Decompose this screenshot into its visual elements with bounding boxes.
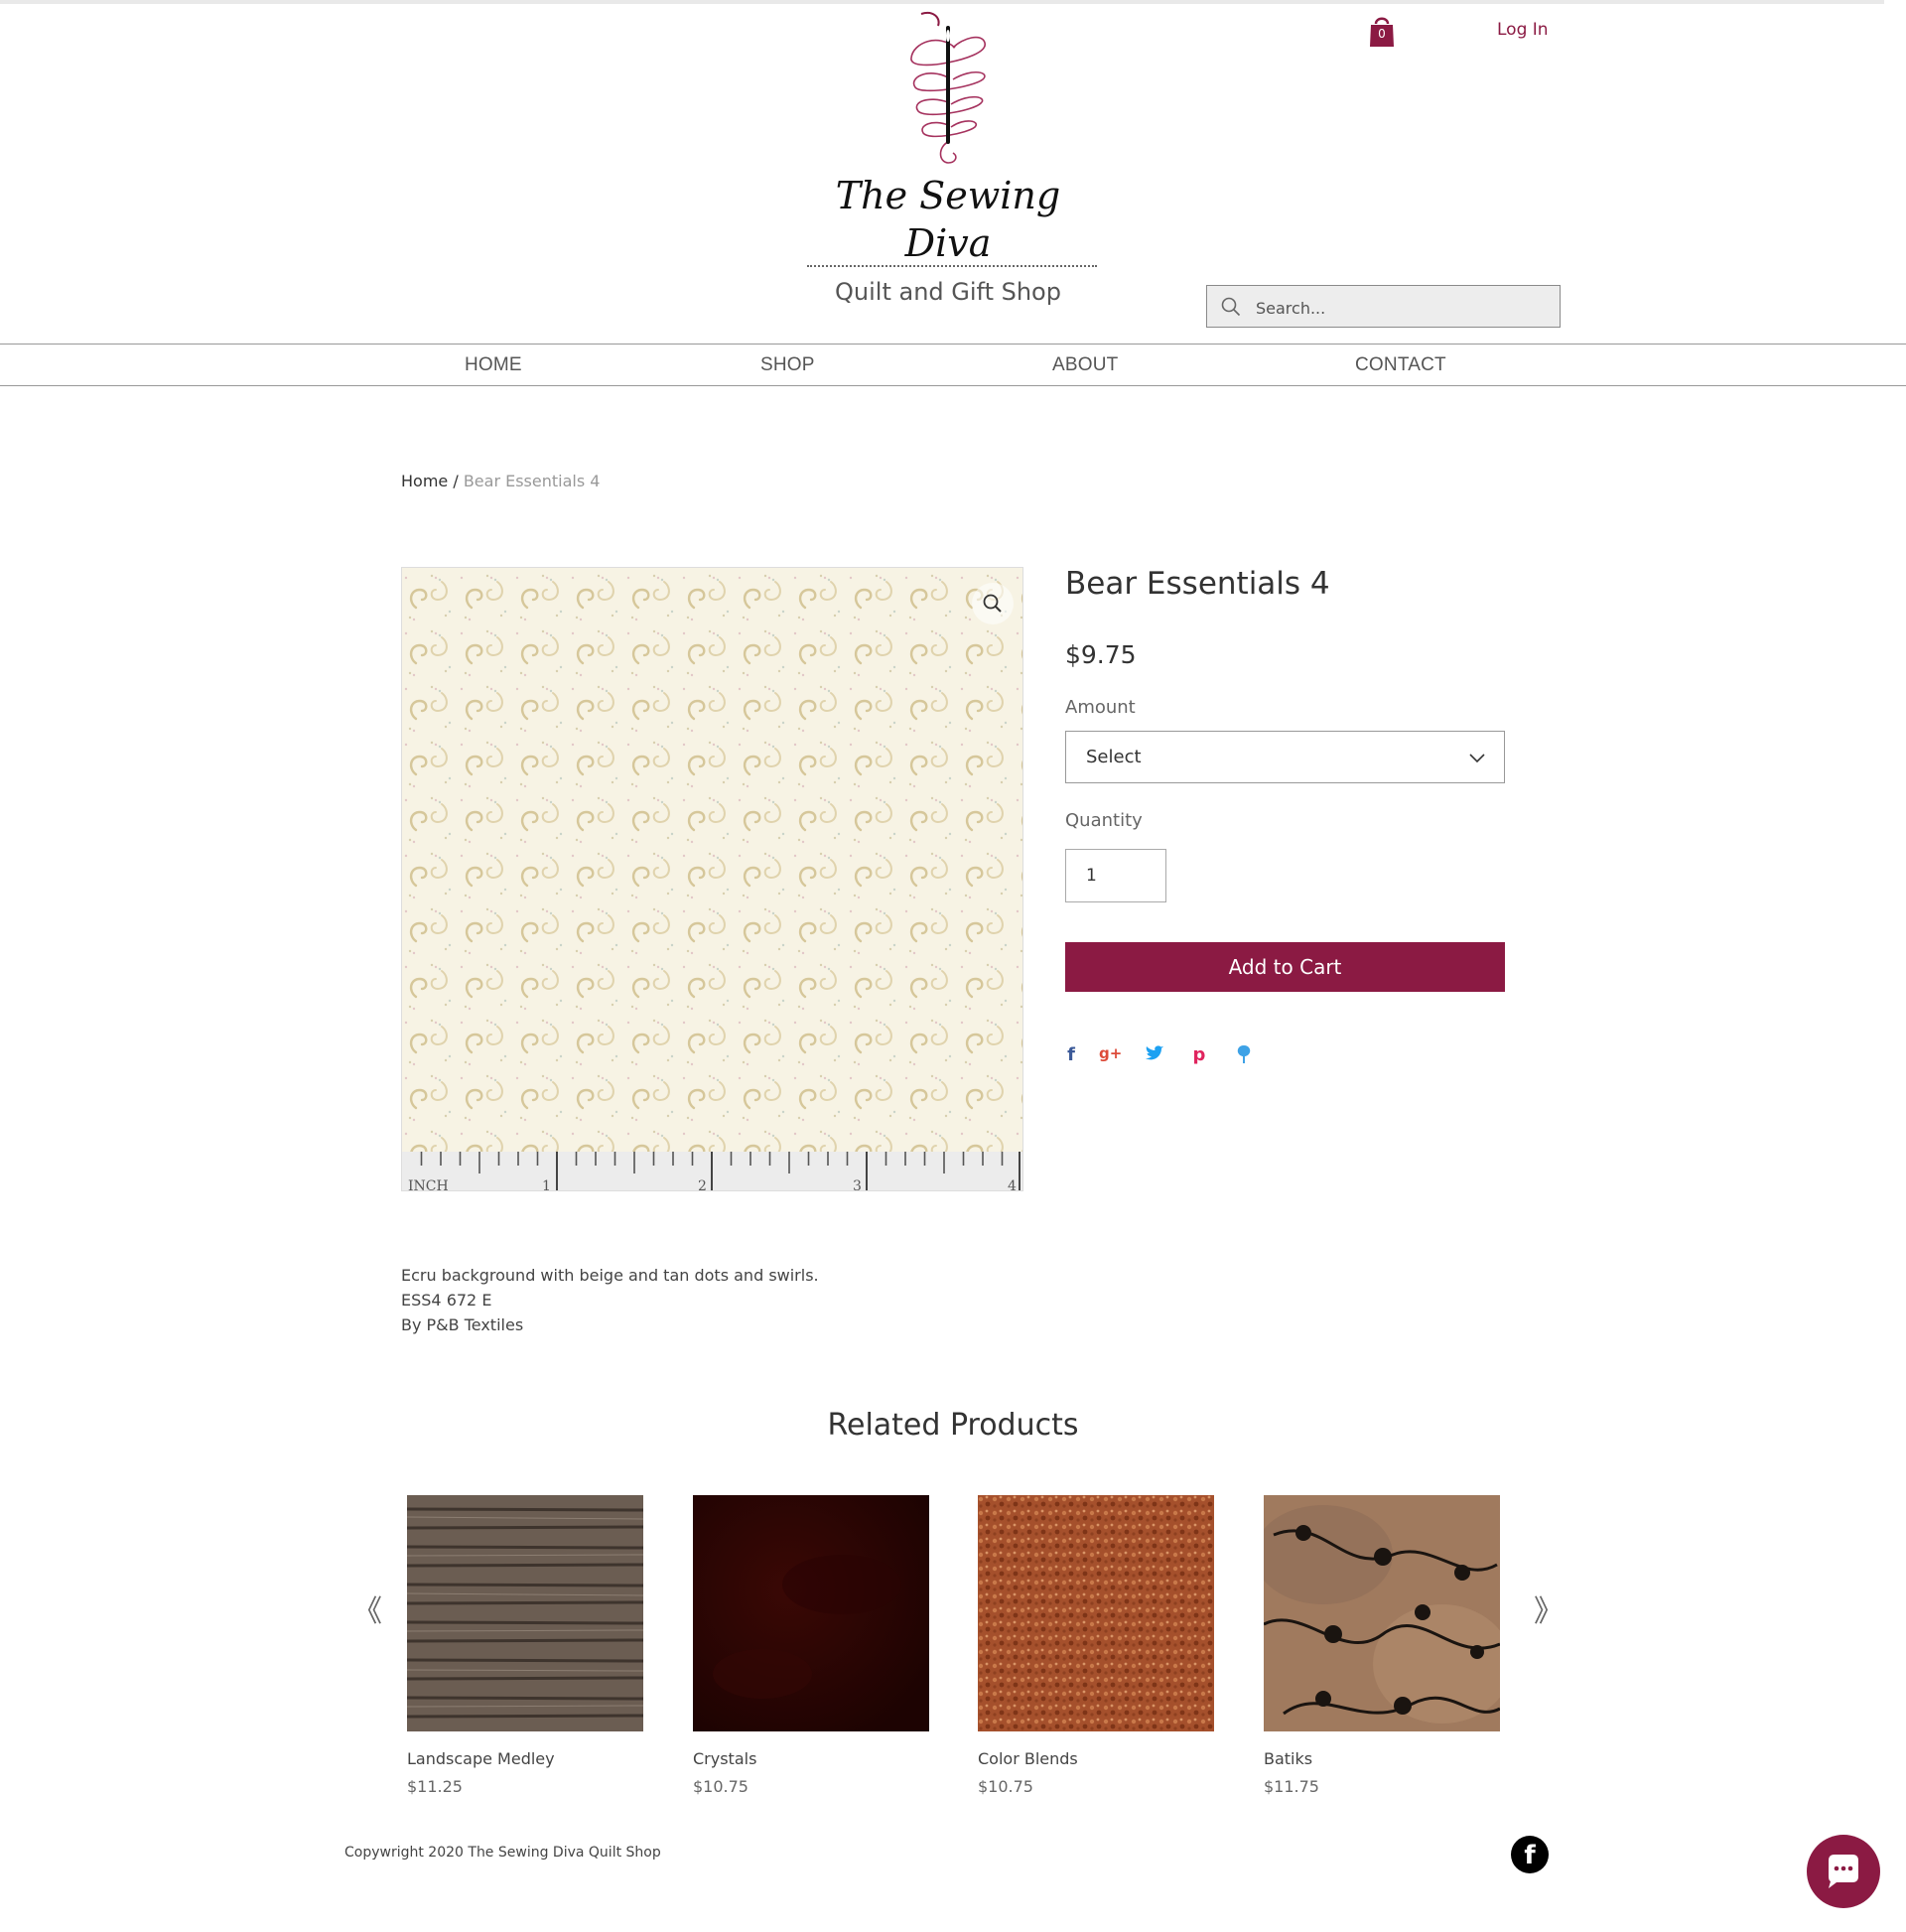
wood-plank-fabric-image: [407, 1495, 643, 1731]
site-logo[interactable]: The Sewing Diva Quilt and Gift Shop: [799, 8, 1097, 306]
dark-crystals-fabric-image: [693, 1495, 929, 1731]
login-link[interactable]: Log In: [1497, 20, 1549, 40]
cart-count-badge: 0: [1378, 27, 1386, 41]
ruler-label-1: 1: [542, 1178, 551, 1191]
needle-thread-logo-icon: [910, 12, 986, 164]
quantity-stepper[interactable]: [1065, 849, 1166, 902]
breadcrumb-home-link[interactable]: Home: [401, 472, 448, 490]
nav-item-home[interactable]: HOME: [465, 354, 522, 376]
main-nav: HOME SHOP ABOUT CONTACT: [0, 344, 1906, 386]
google-plus-icon[interactable]: g+: [1099, 1044, 1122, 1068]
magnifier-icon: [983, 594, 1002, 613]
carousel-prev-arrow-icon[interactable]: 《: [352, 1587, 382, 1630]
ruler-label-2: 2: [698, 1178, 707, 1191]
ruler-label-4: 4: [1008, 1178, 1017, 1191]
quantity-input[interactable]: [1084, 865, 1157, 887]
product-thumbnail[interactable]: [978, 1495, 1214, 1731]
related-products-heading: Related Products: [827, 1408, 1079, 1443]
chevron-down-icon: [1469, 754, 1485, 763]
search-icon: [1221, 297, 1241, 317]
related-product-name[interactable]: Landscape Medley: [407, 1749, 643, 1768]
product-image[interactable]: INCH 1 2 3 4: [401, 567, 1023, 1191]
related-product-card[interactable]: Color Blends $10.75: [978, 1495, 1214, 1796]
quantity-label: Quantity: [1065, 810, 1143, 831]
related-product-name[interactable]: Color Blends: [978, 1749, 1214, 1768]
related-product-card[interactable]: Crystals $10.75: [693, 1495, 929, 1796]
product-description: Ecru background with beige and tan dots …: [401, 1263, 819, 1337]
twitter-icon[interactable]: [1144, 1044, 1165, 1068]
batik-floral-fabric-image: [1264, 1495, 1500, 1731]
amount-selected-value: Select: [1086, 747, 1142, 767]
product-thumbnail[interactable]: [407, 1495, 643, 1731]
product-thumbnail[interactable]: [1264, 1495, 1500, 1731]
cart-button[interactable]: 0: [1368, 14, 1396, 48]
zoom-button[interactable]: [972, 583, 1014, 624]
chat-bubble-icon: [1829, 1855, 1858, 1888]
facebook-icon[interactable]: f: [1511, 1836, 1549, 1873]
carousel-next-arrow-icon[interactable]: 》: [1534, 1587, 1564, 1630]
related-product-price: $11.75: [1264, 1777, 1319, 1796]
nav-item-about[interactable]: ABOUT: [1052, 354, 1118, 376]
related-product-name[interactable]: Batiks: [1264, 1749, 1500, 1768]
related-product-price: $10.75: [693, 1777, 749, 1796]
ruler-label-3: 3: [853, 1178, 862, 1191]
logo-tagline: Quilt and Gift Shop: [835, 278, 1061, 306]
related-product-price: $10.75: [978, 1777, 1033, 1796]
breadcrumb: Home / Bear Essentials 4: [401, 472, 600, 490]
product-title: Bear Essentials 4: [1065, 566, 1330, 602]
related-product-card[interactable]: Landscape Medley $11.25: [407, 1495, 643, 1796]
related-product-price: $11.25: [407, 1777, 463, 1796]
related-product-name[interactable]: Crystals: [693, 1749, 929, 1768]
ruler-label-inch: INCH: [408, 1178, 449, 1191]
logo-name-line2: Diva: [904, 221, 992, 265]
fancy-icon[interactable]: [1233, 1044, 1255, 1068]
amount-label: Amount: [1065, 697, 1136, 718]
nav-item-shop[interactable]: SHOP: [760, 354, 815, 376]
add-to-cart-button[interactable]: Add to Cart: [1065, 942, 1505, 992]
amount-dropdown[interactable]: Select: [1065, 731, 1505, 783]
breadcrumb-current: Bear Essentials 4: [463, 472, 601, 490]
search-input[interactable]: [1254, 294, 1546, 322]
logo-divider: [807, 265, 1097, 267]
pinterest-icon[interactable]: p: [1188, 1044, 1210, 1068]
facebook-icon[interactable]: f: [1060, 1044, 1082, 1068]
breadcrumb-separator: /: [448, 472, 464, 490]
top-border: [0, 0, 1884, 4]
logo-wordmark: The Sewing Diva: [799, 172, 1097, 267]
related-product-card[interactable]: Batiks $11.75: [1264, 1495, 1500, 1796]
search-box[interactable]: [1206, 285, 1561, 328]
description-line: ESS4 672 E: [401, 1291, 492, 1310]
chat-button[interactable]: [1807, 1835, 1880, 1908]
nav-item-contact[interactable]: CONTACT: [1355, 354, 1446, 376]
product-price: $9.75: [1065, 640, 1137, 669]
description-line: By P&B Textiles: [401, 1315, 524, 1334]
logo-name-line1: The Sewing: [835, 174, 1061, 217]
fabric-swirl-pattern-image: INCH 1 2 3 4: [402, 568, 1022, 1191]
copyright-text: Copywright 2020 The Sewing Diva Quilt Sh…: [344, 1845, 661, 1861]
color-blends-fabric-image: [978, 1495, 1214, 1731]
description-line: Ecru background with beige and tan dots …: [401, 1266, 819, 1285]
product-thumbnail[interactable]: [693, 1495, 929, 1731]
